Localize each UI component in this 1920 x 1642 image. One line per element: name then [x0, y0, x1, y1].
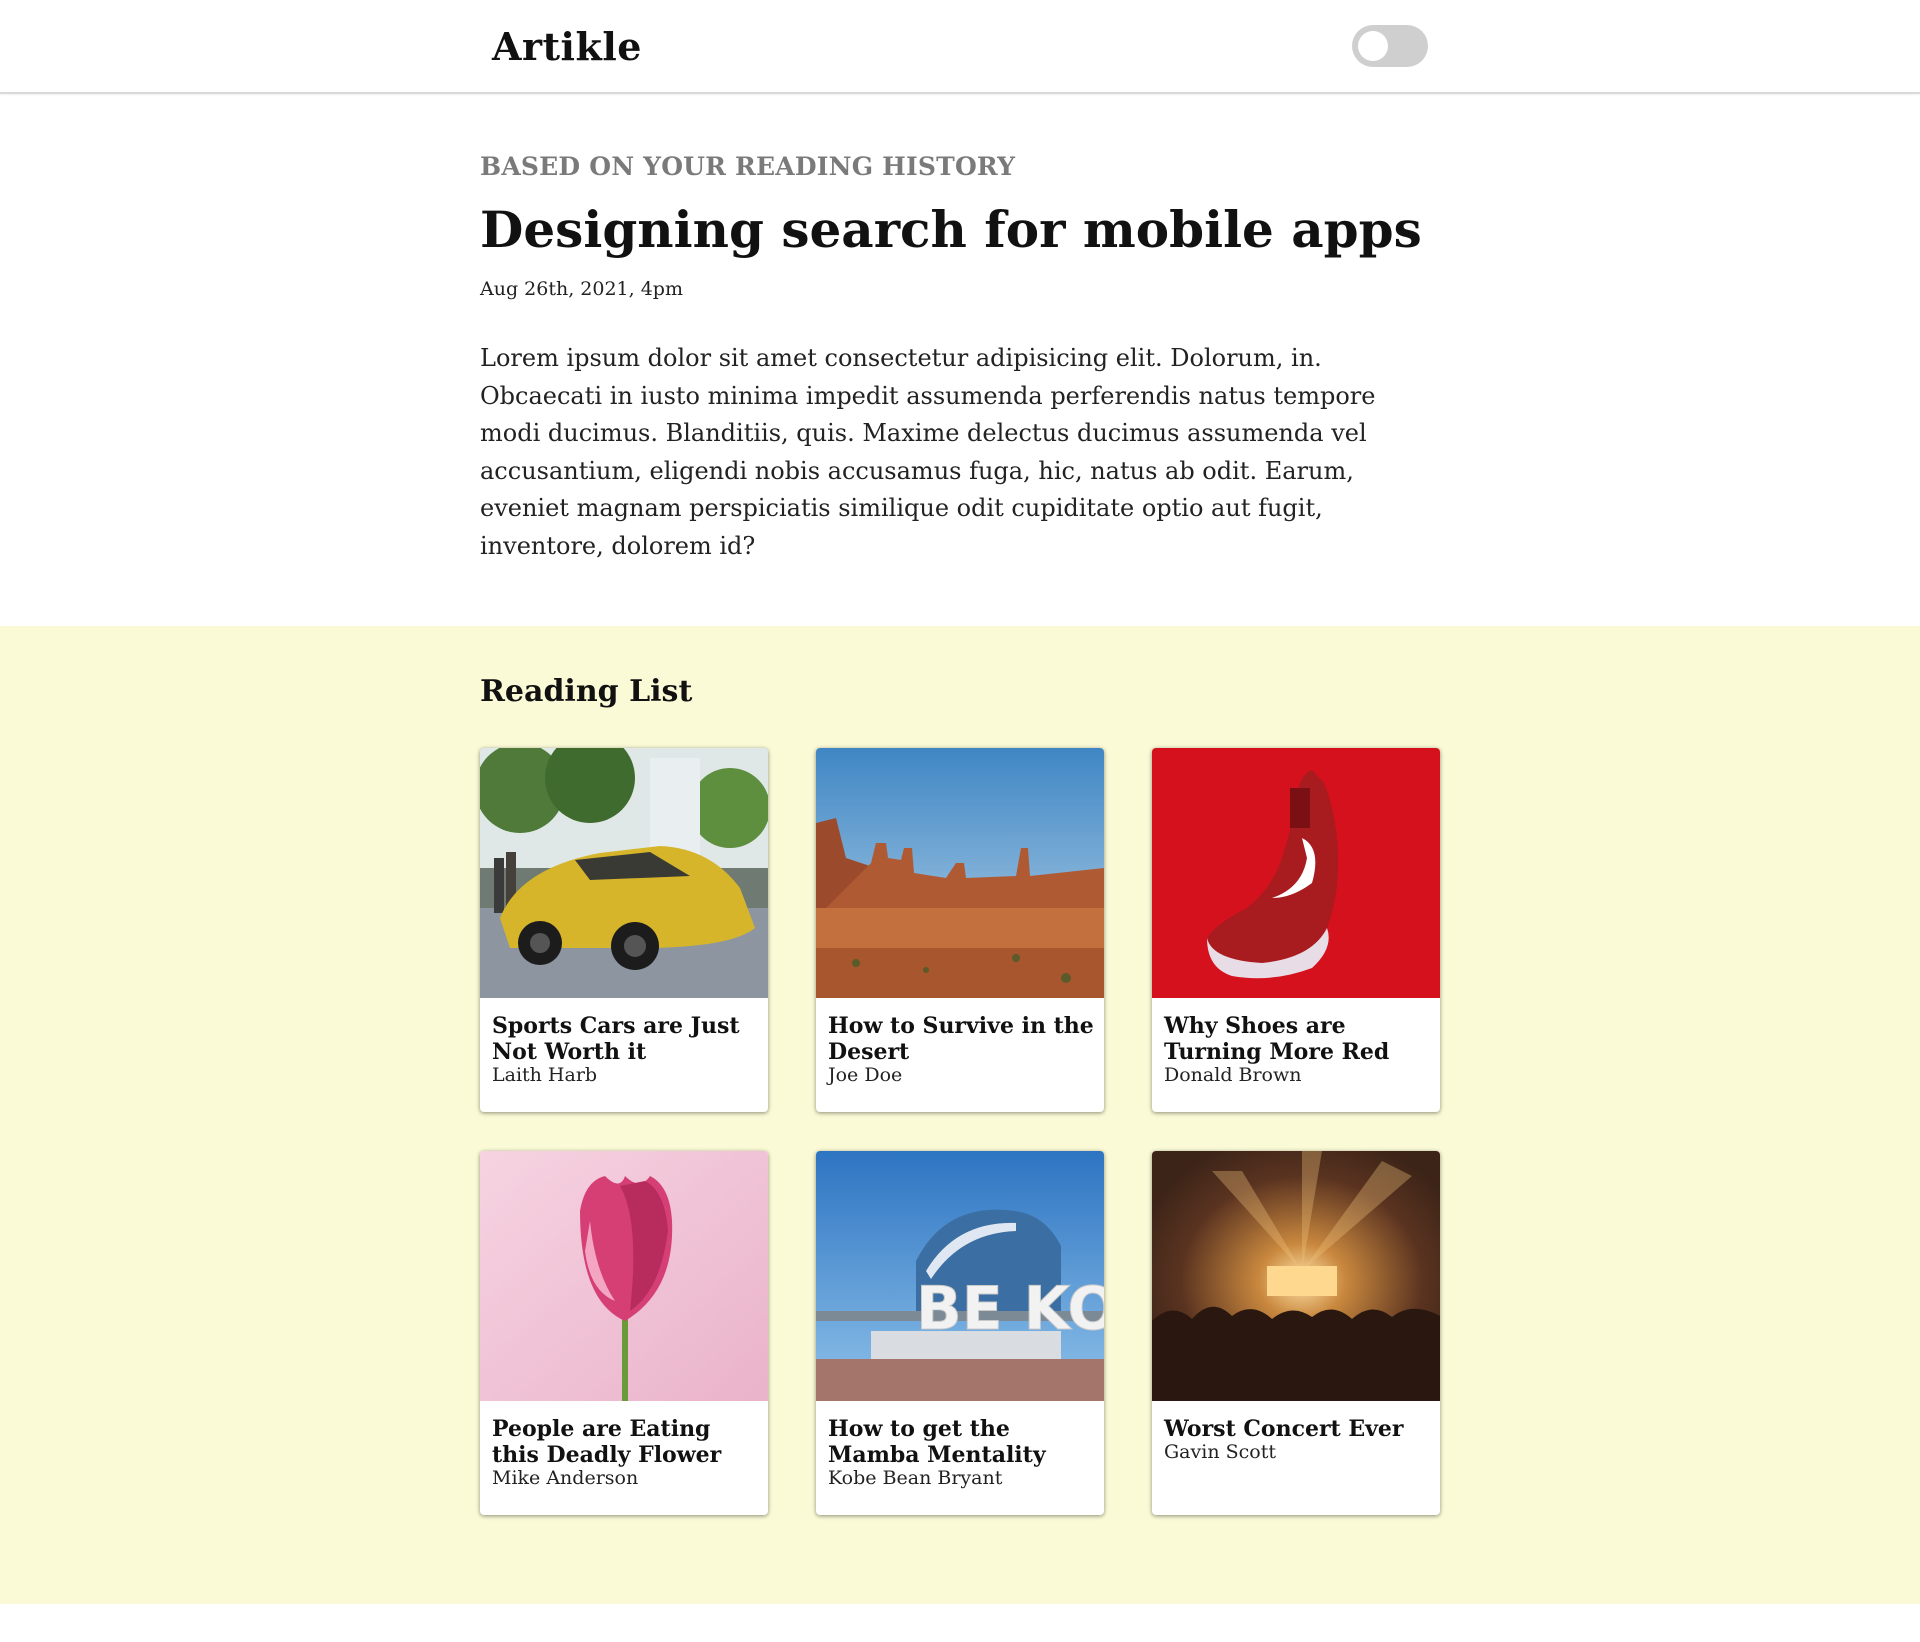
card-title[interactable]: How to get the Mamba Mentality [828, 1416, 1098, 1468]
featured-title[interactable]: Designing search for mobile apps [480, 200, 1422, 259]
article-card[interactable]: Sports Cars are Just Not Worth it Laith … [480, 748, 768, 1112]
featured-excerpt: Lorem ipsum dolor sit amet consectetur a… [480, 344, 1376, 560]
card-title[interactable]: How to Survive in the Desert [828, 1013, 1098, 1065]
card-author: Laith Harb [492, 1064, 598, 1086]
card-author: Gavin Scott [1164, 1441, 1276, 1463]
article-card[interactable]: How to Survive in the Desert Joe Doe [816, 748, 1104, 1112]
card-image-sports-car [480, 748, 768, 998]
article-card[interactable]: People are Eating this Deadly Flower Mik… [480, 1151, 768, 1515]
card-image-concert [1152, 1151, 1440, 1401]
reading-list-title: Reading List [480, 674, 693, 709]
article-card[interactable]: Why Shoes are Turning More Red Donald Br… [1152, 748, 1440, 1112]
featured-date: Aug 26th, 2021, 4pm [480, 278, 683, 300]
reading-list-section: Reading List Sports Cars are Just Not Wo… [0, 626, 1920, 1604]
toggle-knob [1358, 31, 1388, 61]
svg-text:BE KOBE: BE KOBE [916, 1274, 1104, 1344]
site-logo[interactable]: Artikle [492, 24, 642, 69]
card-title[interactable]: Worst Concert Ever [1164, 1416, 1434, 1443]
top-navbar: Artikle [0, 0, 1920, 94]
card-author: Joe Doe [828, 1064, 903, 1086]
card-author: Mike Anderson [492, 1467, 639, 1489]
card-title[interactable]: People are Eating this Deadly Flower [492, 1416, 762, 1468]
card-image-red-shoe [1152, 748, 1440, 998]
card-author: Donald Brown [1164, 1064, 1302, 1086]
card-title[interactable]: Why Shoes are Turning More Red [1164, 1013, 1434, 1065]
theme-toggle[interactable] [1352, 25, 1428, 67]
article-card[interactable]: BE KOBE How to get the Mamba Mentality K… [816, 1151, 1104, 1515]
article-card[interactable]: Worst Concert Ever Gavin Scott [1152, 1151, 1440, 1515]
card-author: Kobe Bean Bryant [828, 1467, 1003, 1489]
card-image-tulip [480, 1151, 768, 1401]
featured-eyebrow: BASED ON YOUR READING HISTORY [480, 152, 1016, 181]
card-image-kobe-sign: BE KOBE [816, 1151, 1104, 1401]
card-title[interactable]: Sports Cars are Just Not Worth it [492, 1013, 762, 1065]
card-image-desert [816, 748, 1104, 998]
